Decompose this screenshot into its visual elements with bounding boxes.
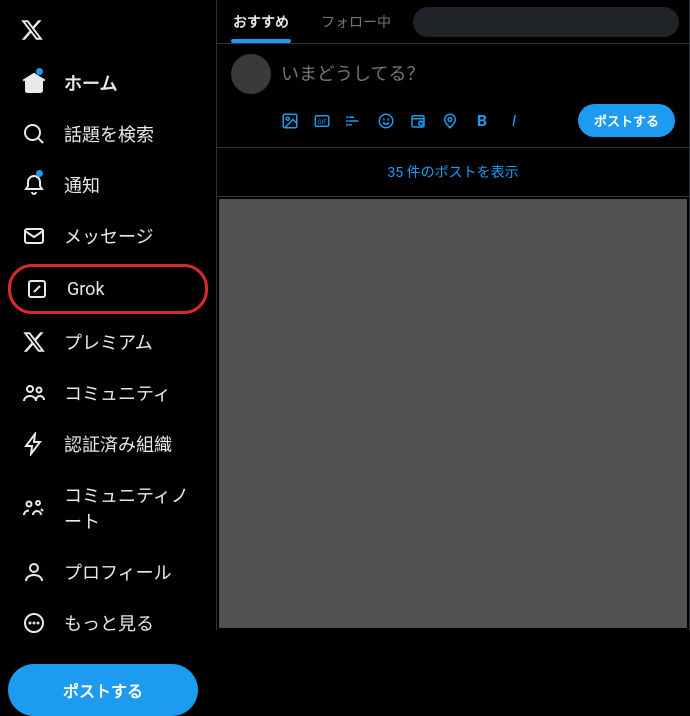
show-new-posts[interactable]: 35 件のポストを表示 (217, 148, 689, 197)
italic-icon[interactable]: I (505, 112, 523, 130)
person-icon (22, 560, 46, 584)
compose-box: GIF B I ポストする (217, 44, 689, 148)
more-icon (22, 611, 46, 635)
home-badge-dot (36, 68, 43, 75)
nav-home[interactable]: ホーム (8, 60, 208, 106)
x-logo[interactable] (8, 8, 56, 56)
people-icon (22, 381, 46, 405)
nav-premium[interactable]: プレミアム (8, 319, 208, 365)
gif-icon[interactable]: GIF (313, 112, 331, 130)
media-icon[interactable] (281, 112, 299, 130)
nav-label: 通知 (64, 172, 100, 198)
nav-label: プレミアム (64, 329, 153, 355)
nav-label: もっと見る (64, 610, 154, 636)
home-icon (22, 71, 46, 95)
timeline-tabs: おすすめ フォロー中 (217, 0, 689, 44)
location-icon[interactable] (441, 112, 459, 130)
svg-text:GIF: GIF (318, 119, 328, 126)
nav-verified-orgs[interactable]: 認証済み組織 (8, 421, 208, 467)
nav-label: ホーム (64, 70, 117, 96)
sidebar-post-button[interactable]: ポストする (8, 664, 198, 716)
nav-community-notes[interactable]: コミュニティノート (8, 472, 208, 544)
envelope-icon (22, 224, 46, 248)
poll-icon[interactable] (345, 112, 363, 130)
avatar[interactable] (231, 54, 271, 94)
nav-label: プロフィール (64, 559, 172, 585)
search-icon (22, 122, 46, 146)
nav-label: コミュニティ (64, 380, 171, 406)
nav: ホーム 話題を検索 通知 メッセージ Grok (8, 60, 208, 646)
x-icon (22, 330, 46, 354)
tab-recommended[interactable]: おすすめ (217, 0, 305, 43)
main-column: おすすめ フォロー中 GIF B I ポストする 35 件のポストを表示 (216, 0, 690, 630)
nav-messages[interactable]: メッセージ (8, 213, 208, 259)
nav-label: Grok (67, 279, 105, 300)
nav-profile[interactable]: プロフィール (8, 549, 208, 595)
compose-post-button[interactable]: ポストする (578, 104, 675, 137)
tab-following[interactable]: フォロー中 (305, 0, 407, 43)
nav-explore[interactable]: 話題を検索 (8, 111, 208, 157)
feed-placeholder (219, 199, 687, 628)
nav-label: 話題を検索 (64, 121, 154, 147)
nav-notifications[interactable]: 通知 (8, 162, 208, 208)
people-note-icon (22, 496, 46, 520)
bold-icon[interactable]: B (473, 112, 491, 130)
nav-label: コミュニティノート (64, 482, 194, 534)
compose-input[interactable] (281, 64, 675, 85)
bell-icon (22, 173, 46, 197)
nav-label: 認証済み組織 (64, 431, 172, 457)
nav-communities[interactable]: コミュニティ (8, 370, 208, 416)
search-pill[interactable] (413, 7, 679, 37)
schedule-icon[interactable] (409, 112, 427, 130)
sidebar: ホーム 話題を検索 通知 メッセージ Grok (0, 0, 216, 630)
grok-icon (25, 277, 49, 301)
nav-more[interactable]: もっと見る (8, 600, 208, 646)
compose-toolbar: GIF B I ポストする (231, 94, 675, 141)
emoji-icon[interactable] (377, 112, 395, 130)
nav-label: メッセージ (64, 223, 154, 249)
nav-grok[interactable]: Grok (8, 264, 208, 314)
lightning-icon (22, 432, 46, 456)
notif-badge-dot (36, 170, 43, 177)
